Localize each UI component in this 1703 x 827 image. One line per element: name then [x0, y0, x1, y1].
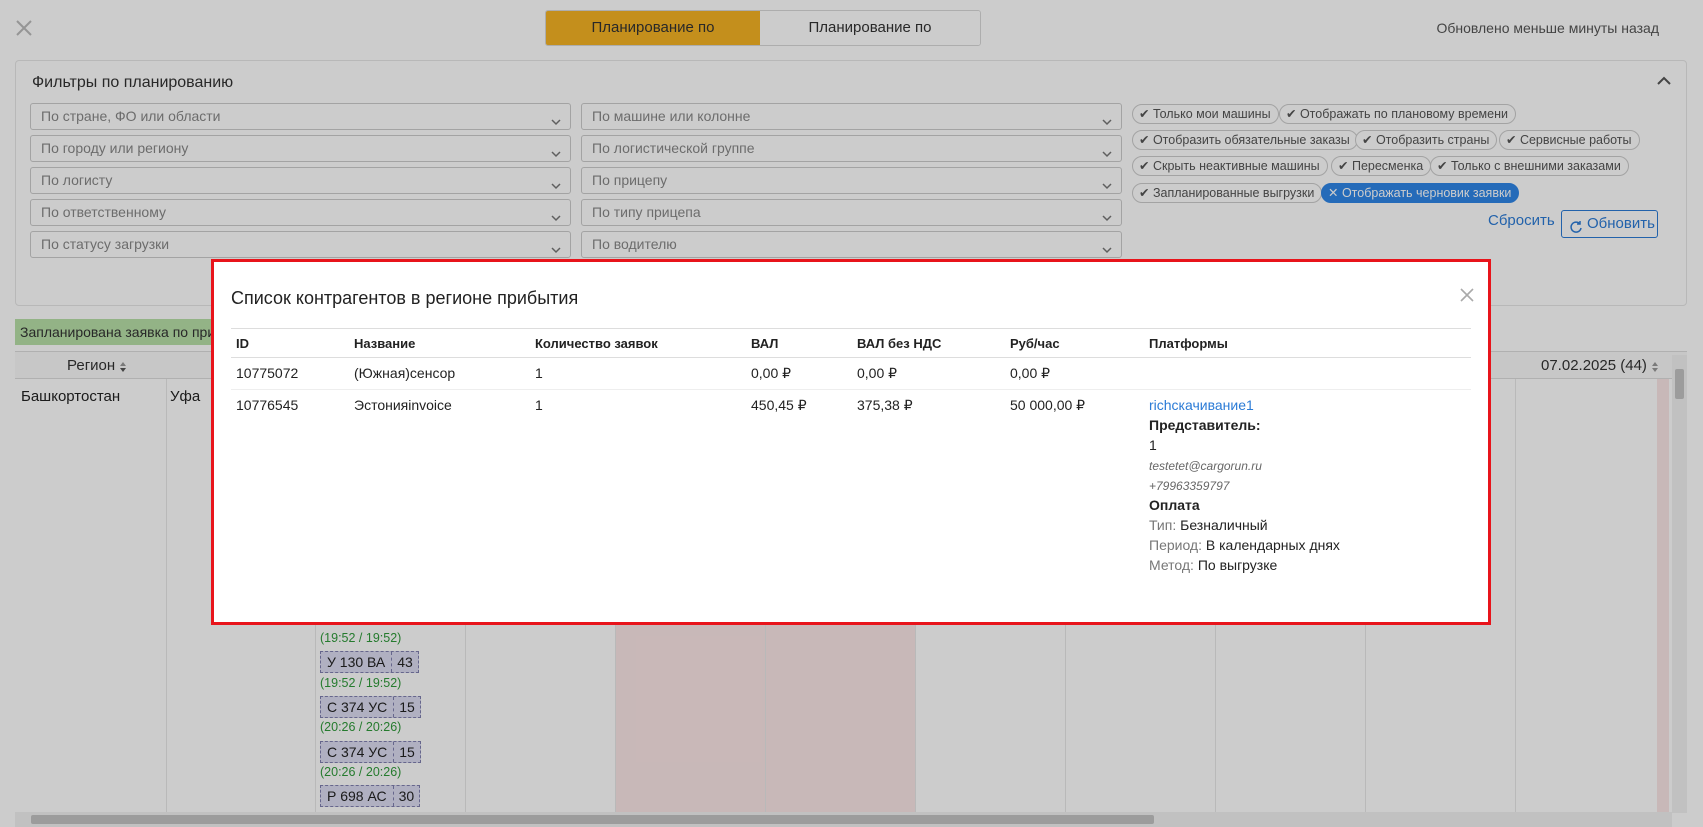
- representative-label: Представитель:: [1149, 417, 1261, 433]
- payment-method: Метод: По выгрузке: [1149, 557, 1278, 573]
- cell-platforms: richскачивание1 Представитель: 1 testete…: [1144, 390, 1471, 581]
- table-row: 10776545 Эстонияinvoice 1 450,45 ₽ 375,3…: [231, 390, 1471, 581]
- cell-count: 1: [535, 397, 543, 413]
- cell-val-no-vat: 0,00 ₽: [852, 357, 1005, 390]
- cell-name: (Южная)сенсор: [349, 357, 530, 390]
- table-header-row: ID Название Количество заявок ВАЛ ВАЛ бе…: [231, 328, 1471, 358]
- col-val: ВАЛ: [746, 328, 852, 358]
- representative-email: testetet@cargorun.ru: [1149, 459, 1262, 473]
- cell-val: 0,00 ₽: [746, 357, 852, 390]
- counterparties-modal: Список контрагентов в регионе прибытия I…: [211, 259, 1491, 625]
- payment-label: Оплата: [1149, 497, 1200, 513]
- cell-rub-hour: 50 000,00 ₽: [1010, 397, 1086, 413]
- col-id: ID: [231, 328, 349, 358]
- payment-type: Тип: Безналичный: [1149, 517, 1268, 533]
- modal-title: Список контрагентов в регионе прибытия: [231, 288, 579, 308]
- cell-name: Эстонияinvoice: [354, 397, 452, 413]
- platform-link[interactable]: richскачивание1: [1149, 397, 1254, 413]
- col-name: Название: [349, 328, 530, 358]
- close-icon[interactable]: [1458, 286, 1476, 304]
- col-val-no-vat: ВАЛ без НДС: [852, 328, 1005, 358]
- table-row: 10775072 (Южная)сенсор 1 0,00 ₽ 0,00 ₽ 0…: [231, 357, 1471, 390]
- col-count: Количество заявок: [530, 328, 746, 358]
- representative-value: 1: [1149, 437, 1157, 453]
- cell-val: 450,45 ₽: [751, 397, 807, 413]
- col-rub-hour: Руб/час: [1005, 328, 1144, 358]
- cell-count: 1: [530, 357, 746, 390]
- payment-period: Период: В календарных днях: [1149, 537, 1340, 553]
- cell-id: 10775072: [231, 357, 349, 390]
- cell-val-no-vat: 375,38 ₽: [857, 397, 913, 413]
- cell-platforms: [1144, 357, 1471, 390]
- col-platforms: Платформы: [1144, 328, 1471, 358]
- counterparties-table: ID Название Количество заявок ВАЛ ВАЛ бе…: [231, 328, 1471, 580]
- cell-rub-hour: 0,00 ₽: [1005, 357, 1144, 390]
- representative-phone: +79963359797: [1149, 479, 1230, 493]
- cell-id: 10776545: [236, 397, 299, 413]
